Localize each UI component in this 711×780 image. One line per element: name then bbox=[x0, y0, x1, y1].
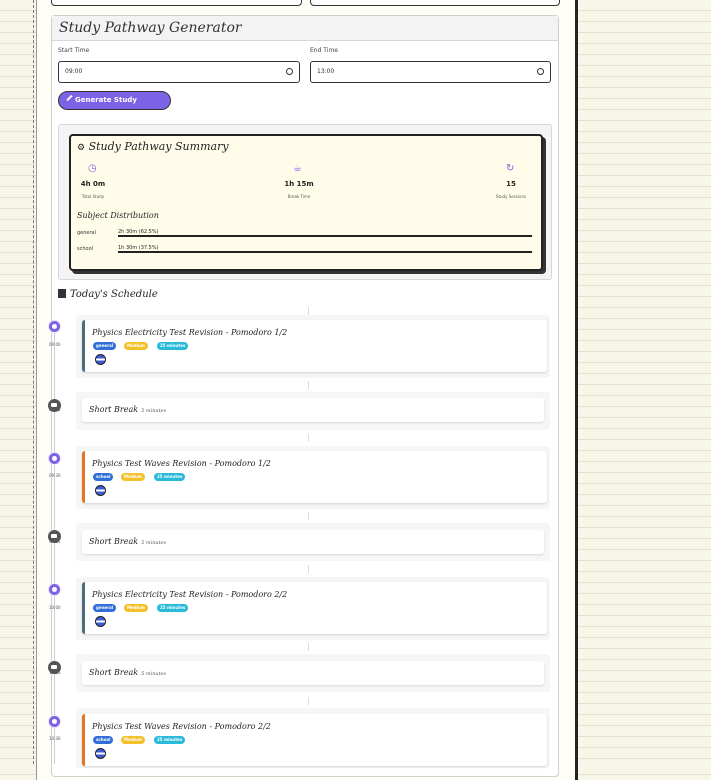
session-title: Physics Test Waves Revision - Pomodoro 2… bbox=[92, 722, 271, 731]
duration-badge: 25 minutes bbox=[154, 473, 186, 481]
study-session-card[interactable]: Physics Electricity Test Revision - Pomo… bbox=[82, 582, 547, 634]
timeline-connector bbox=[308, 381, 309, 389]
break-title-text: Short Break bbox=[89, 537, 139, 546]
difficulty-badge: Medium bbox=[124, 342, 148, 350]
break-card[interactable]: Short Break 5 minutes bbox=[82, 398, 544, 422]
summary-title-text: Study Pathway Summary bbox=[88, 140, 229, 153]
subject-distribution-title: Subject Distribution bbox=[77, 211, 159, 220]
notebook-margin-line bbox=[33, 0, 34, 764]
stat-break-time-value: 1h 15m bbox=[284, 180, 314, 188]
flag-avatar bbox=[95, 616, 106, 627]
subject-badge: general bbox=[93, 342, 117, 350]
difficulty-badge: Medium bbox=[121, 736, 145, 744]
stat-sessions-label: Study Sessions bbox=[495, 194, 527, 199]
timeline-connector bbox=[308, 307, 309, 315]
timeline-connector bbox=[308, 643, 309, 651]
start-time-label: Start Time bbox=[58, 47, 90, 54]
study-marker-icon bbox=[48, 452, 61, 465]
stat-total-study-label: Total Study bbox=[81, 194, 105, 199]
entry-time: 09:00 bbox=[49, 342, 61, 347]
magic-wand-icon bbox=[66, 94, 73, 102]
break-title-text: Short Break bbox=[89, 668, 139, 677]
break-duration: 5 minutes bbox=[141, 408, 167, 414]
entry-time: 09:30 bbox=[49, 473, 61, 478]
schedule-title: Today's Schedule bbox=[58, 289, 158, 300]
schedule-title-text: Today's Schedule bbox=[70, 289, 158, 300]
break-card[interactable]: Short Break 5 minutes bbox=[82, 661, 544, 685]
clock-icon[interactable] bbox=[286, 68, 293, 75]
duration-badge: 25 minutes bbox=[154, 736, 186, 744]
subject-badge: general bbox=[93, 604, 117, 612]
break-card[interactable]: Short Break 5 minutes bbox=[82, 530, 544, 554]
start-time-input[interactable]: 09:00 bbox=[58, 61, 300, 83]
break-duration: 5 minutes bbox=[141, 540, 167, 546]
break-title: Short Break 5 minutes bbox=[89, 537, 166, 546]
subject-general-name: general bbox=[77, 230, 97, 236]
break-title: Short Break 5 minutes bbox=[89, 405, 166, 414]
duration-badge: 25 minutes bbox=[157, 604, 189, 612]
generate-pathway-button[interactable]: Generate Study Pathway bbox=[58, 91, 171, 121]
subject-school-name: school bbox=[77, 246, 94, 252]
stat-sessions-value: 15 bbox=[506, 180, 516, 188]
subject-general-bar: 2h 30m (62.5%) bbox=[118, 229, 532, 237]
session-title: Physics Electricity Test Revision - Pomo… bbox=[92, 590, 288, 599]
subject-badge: school bbox=[93, 736, 114, 744]
top-input-right[interactable] bbox=[310, 0, 560, 6]
clock-icon: ◷ bbox=[88, 163, 97, 174]
study-session-card[interactable]: Physics Test Waves Revision - Pomodoro 1… bbox=[82, 451, 547, 503]
subject-school-bar: 1h 30m (37.5%) bbox=[118, 245, 532, 253]
break-title-text: Short Break bbox=[89, 405, 139, 414]
sitemap-icon: ⚙ bbox=[77, 143, 86, 153]
study-marker-icon bbox=[48, 715, 61, 728]
sync-icon: ↻ bbox=[506, 163, 515, 174]
study-marker-icon bbox=[48, 583, 61, 596]
flag-avatar bbox=[95, 748, 106, 759]
clock-icon[interactable] bbox=[537, 68, 544, 75]
stat-break-time-label: Break Time bbox=[287, 194, 311, 199]
timeline-connector bbox=[308, 512, 309, 520]
flag-avatar bbox=[95, 354, 106, 365]
summary-title: ⚙ Study Pathway Summary bbox=[77, 140, 229, 153]
card-title: Study Pathway Generator bbox=[52, 16, 558, 41]
session-title: Physics Test Waves Revision - Pomodoro 1… bbox=[92, 459, 271, 468]
timeline-connector bbox=[308, 565, 309, 573]
subject-badge: school bbox=[93, 473, 114, 481]
end-time-input[interactable]: 13:00 bbox=[310, 61, 551, 83]
study-marker-icon bbox=[48, 320, 61, 333]
entry-time: 10:00 bbox=[49, 605, 61, 610]
study-session-card[interactable]: Physics Electricity Test Revision - Pomo… bbox=[82, 320, 547, 372]
difficulty-badge: Medium bbox=[124, 604, 148, 612]
entry-time: 09:55 bbox=[49, 539, 61, 544]
top-input-left[interactable] bbox=[51, 0, 302, 6]
flag-avatar bbox=[95, 485, 106, 496]
start-time-value: 09:00 bbox=[65, 68, 83, 75]
difficulty-badge: Medium bbox=[121, 473, 145, 481]
calendar-icon bbox=[58, 289, 66, 298]
entry-time: 10:25 bbox=[49, 670, 61, 675]
entry-time: 10:30 bbox=[49, 736, 61, 741]
timeline-connector bbox=[308, 434, 309, 442]
coffee-icon: ☕ bbox=[293, 163, 302, 174]
entry-time: 09:25 bbox=[49, 407, 61, 412]
duration-badge: 25 minutes bbox=[157, 342, 189, 350]
session-title: Physics Electricity Test Revision - Pomo… bbox=[92, 328, 288, 337]
stat-total-study-value: 4h 0m bbox=[80, 180, 106, 188]
study-session-card[interactable]: Physics Test Waves Revision - Pomodoro 2… bbox=[82, 714, 547, 766]
end-time-value: 13:00 bbox=[317, 68, 335, 75]
timeline-connector bbox=[308, 697, 309, 705]
end-time-label: End Time bbox=[310, 47, 338, 54]
break-title: Short Break 5 minutes bbox=[89, 668, 166, 677]
break-duration: 5 minutes bbox=[141, 671, 167, 677]
